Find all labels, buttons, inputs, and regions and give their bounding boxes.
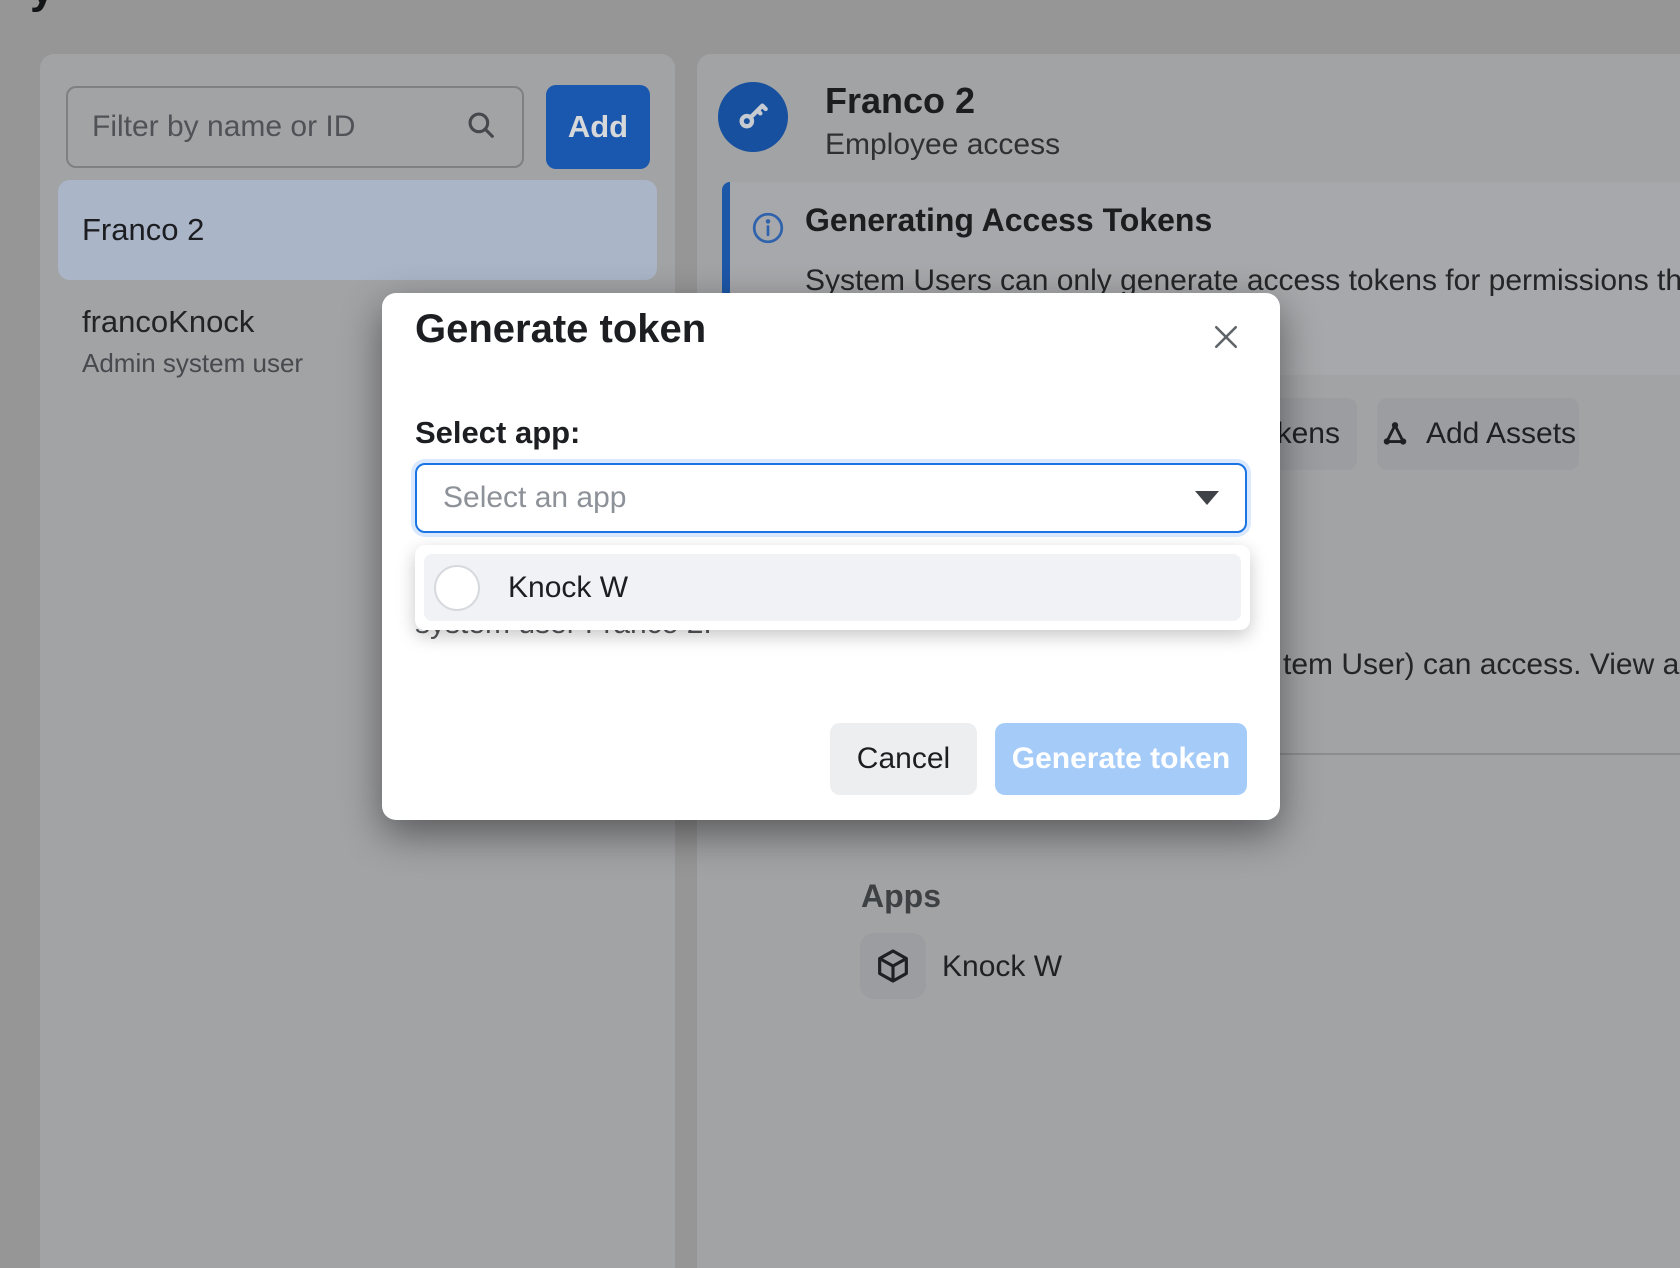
add-assets-label: Add Assets <box>1426 417 1576 451</box>
add-assets-button[interactable]: Add Assets <box>1377 398 1579 470</box>
filter-input[interactable]: Filter by name or ID <box>66 86 524 168</box>
info-banner-title: Generating Access Tokens <box>805 202 1212 239</box>
select-placeholder: Select an app <box>443 481 1195 515</box>
system-user-role: Employee access <box>825 128 1060 162</box>
app-option-label: Knock W <box>508 571 628 605</box>
key-icon <box>733 95 773 140</box>
system-user-avatar <box>718 82 788 152</box>
app-option-knock-w[interactable]: Knock W <box>424 554 1241 621</box>
app-select-menu: Knock W <box>415 545 1250 630</box>
filter-placeholder: Filter by name or ID <box>92 110 464 144</box>
app-select-dropdown[interactable]: Select an app <box>415 463 1247 533</box>
search-icon <box>464 108 498 147</box>
info-icon <box>750 210 786 251</box>
modal-title: Generate token <box>415 307 706 352</box>
apps-section-header: Apps <box>861 878 941 915</box>
chevron-down-icon <box>1195 491 1219 505</box>
close-icon[interactable] <box>1204 315 1248 359</box>
generate-token-submit-label: Generate token <box>1012 742 1230 776</box>
cancel-button[interactable]: Cancel <box>830 723 977 795</box>
assets-description-fragment: tem User) can access. View and <box>1283 648 1680 682</box>
select-app-label: Select app: <box>415 415 580 451</box>
list-item-name: Franco 2 <box>82 212 204 248</box>
app-list-item[interactable]: Knock W <box>942 950 1062 984</box>
radio-unselected-icon <box>434 565 480 611</box>
generate-token-modal: Generate token Select app: Select an app… <box>382 293 1280 820</box>
system-user-title: Franco 2 <box>825 80 975 122</box>
generate-token-submit-button[interactable]: Generate token <box>995 723 1247 795</box>
add-user-button[interactable]: Add <box>546 85 650 169</box>
assets-icon <box>1380 419 1410 449</box>
app-cube-icon <box>860 933 926 999</box>
cancel-label: Cancel <box>857 742 950 776</box>
list-item-franco2[interactable]: Franco 2 <box>58 180 657 280</box>
clipped-page-heading: y <box>30 0 54 14</box>
add-user-label: Add <box>568 109 628 145</box>
